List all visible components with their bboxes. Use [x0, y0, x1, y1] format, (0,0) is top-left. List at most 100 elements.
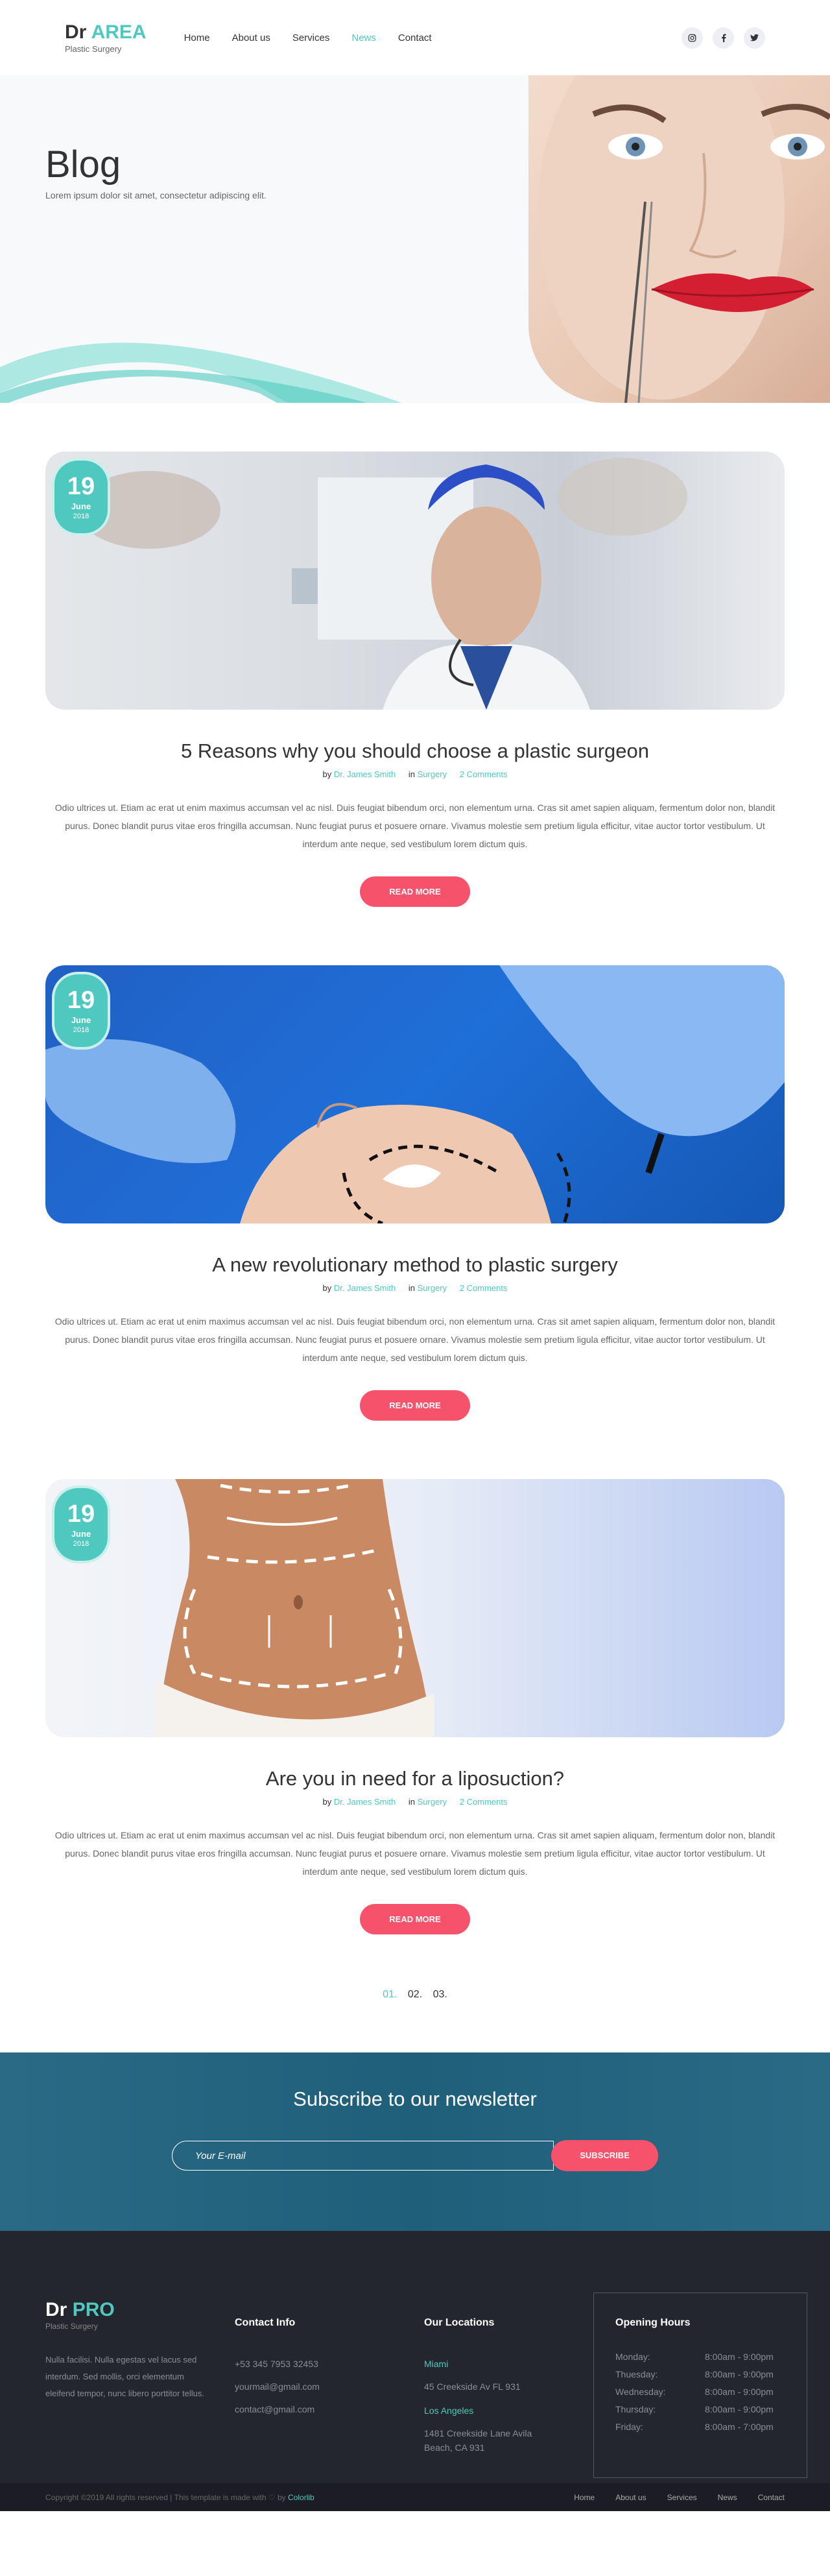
nav-services[interactable]: Services [292, 32, 330, 43]
date-month: June [71, 1528, 91, 1539]
logo-text: Dr AREA [65, 21, 147, 43]
post-meta: by Dr. James Smith in Surgery 2 Comments [45, 769, 785, 779]
date-badge: 19 June 2018 [52, 972, 110, 1050]
location-address-miami: 45 Creekside Av FL 931 [424, 2381, 521, 2392]
post-image-surgeon[interactable]: 19 June 2018 [45, 451, 785, 710]
post-category-link[interactable]: Surgery [418, 769, 447, 779]
hours-row: Monday: 8:00am - 9:00pm [615, 2352, 774, 2362]
newsletter-title: Subscribe to our newsletter [293, 2088, 537, 2110]
post-comments-link[interactable]: 2 Comments [460, 1283, 508, 1293]
post-excerpt: Odio ultrices ut. Etiam ac erat ut enim … [54, 802, 776, 849]
post-author-link[interactable]: Dr. James Smith [334, 1797, 396, 1807]
contact-email-2[interactable]: contact@gmail.com [235, 2404, 320, 2414]
footer-nav-news[interactable]: News [718, 2493, 737, 2502]
post-excerpt: Odio ultrices ut. Etiam ac erat ut enim … [54, 1830, 776, 1877]
site-logo[interactable]: Dr AREA Plastic Surgery [65, 21, 147, 54]
site-header: Dr AREA Plastic Surgery Home About us Se… [0, 0, 830, 75]
copyright-text: Copyright ©2019 All rights reserved | Th… [45, 2492, 314, 2502]
date-month: June [71, 1015, 91, 1025]
date-day: 19 [67, 986, 95, 1014]
email-field[interactable]: Your E-mail [172, 2141, 554, 2171]
hours-row: Thursday: 8:00am - 9:00pm [615, 2404, 774, 2414]
page-link-2[interactable]: 02. [408, 1989, 422, 2000]
blog-posts: 19 June 2018 5 Reasons why you should ch… [0, 403, 830, 2052]
newsletter-form: Your E-mail SUBSCRIBE [172, 2139, 658, 2172]
instagram-icon[interactable] [682, 27, 703, 49]
post-excerpt: Odio ultrices ut. Etiam ac erat ut enim … [54, 1316, 776, 1363]
post-category-link[interactable]: Surgery [418, 1283, 447, 1293]
post-image-face-marking[interactable]: 19 June 2018 [45, 965, 785, 1223]
hours-row: Thuesday: 8:00am - 9:00pm [615, 2369, 774, 2379]
hero-wave-decoration [0, 343, 402, 403]
locations-heading: Our Locations [424, 2317, 495, 2328]
meta-in: in [408, 1283, 415, 1293]
date-year: 2018 [73, 512, 89, 520]
footer-logo-text: Dr PRO [45, 2299, 115, 2320]
page-title: Blog [45, 143, 121, 186]
blog-post: 19 June 2018 A new revolutionary method … [45, 965, 785, 1421]
blog-post: 19 June 2018 Are you in need for a lipos… [45, 1479, 785, 1934]
hours-heading: Opening Hours [615, 2317, 691, 2328]
meta-in: in [408, 1797, 415, 1807]
post-author-link[interactable]: Dr. James Smith [334, 1283, 396, 1293]
post-title[interactable]: A new revolutionary method to plastic su… [45, 1253, 785, 1277]
hours-row: Friday: 8:00am - 7:00pm [615, 2422, 774, 2432]
post-comments-link[interactable]: 2 Comments [460, 1797, 508, 1807]
date-badge: 19 June 2018 [52, 458, 110, 536]
meta-in: in [408, 769, 415, 779]
site-footer: Dr PRO Plastic Surgery Nulla facilisi. N… [0, 2231, 830, 2511]
date-month: June [71, 501, 91, 511]
meta-by: by [322, 1797, 332, 1807]
nav-news[interactable]: News [351, 32, 376, 43]
newsletter-section: Subscribe to our newsletter Your E-mail … [0, 2052, 830, 2231]
post-category-link[interactable]: Surgery [418, 1797, 447, 1807]
contact-email-1[interactable]: yourmail@gmail.com [235, 2381, 320, 2392]
post-title[interactable]: Are you in need for a liposuction? [45, 1767, 785, 1790]
footer-about: Nulla facilisi. Nulla egestas vel lacus … [45, 2355, 204, 2398]
post-title[interactable]: 5 Reasons why you should choose a plasti… [45, 740, 785, 763]
date-year: 2018 [73, 1539, 89, 1548]
location-city-miami: Miami [424, 2359, 449, 2369]
footer-locations: Our Locations Miami 45 Creekside Av FL 9… [424, 2317, 554, 2455]
page-link-1[interactable]: 01. [383, 1989, 397, 2000]
footer-bottom-bar: Copyright ©2019 All rights reserved | Th… [0, 2483, 830, 2511]
footer-nav: Home About us Services News Contact [574, 2493, 785, 2502]
contact-phone[interactable]: +53 345 7953 32453 [235, 2359, 320, 2369]
logo-subtitle: Plastic Surgery [65, 43, 122, 54]
hero-banner: Blog Lorem ipsum dolor sit amet, consect… [0, 75, 830, 403]
page-link-3[interactable]: 03. [433, 1989, 447, 2000]
post-meta: by Dr. James Smith in Surgery 2 Comments [45, 1283, 785, 1293]
subscribe-button[interactable]: SUBSCRIBE [551, 2140, 658, 2171]
post-author-link[interactable]: Dr. James Smith [334, 769, 396, 779]
opening-hours-box: Opening Hours Monday: 8:00am - 9:00pm Thu… [593, 2293, 807, 2478]
footer-nav-contact[interactable]: Contact [758, 2493, 785, 2502]
meta-by: by [322, 1283, 332, 1293]
facebook-icon[interactable] [713, 27, 734, 49]
footer-contact: Contact Info +53 345 7953 32453 yourmail… [235, 2317, 320, 2414]
footer-logo-subtitle: Plastic Surgery [45, 2322, 98, 2331]
main-nav: Home About us Services News Contact [184, 32, 432, 43]
hours-row: Wednesday: 8:00am - 9:00pm [615, 2387, 774, 2397]
post-comments-link[interactable]: 2 Comments [460, 769, 508, 779]
post-image-liposuction[interactable]: 19 June 2018 [45, 1479, 785, 1737]
social-links [682, 27, 765, 49]
footer-nav-about-us[interactable]: About us [615, 2493, 646, 2502]
nav-contact[interactable]: Contact [398, 32, 432, 43]
date-year: 2018 [73, 1026, 89, 1034]
blog-post: 19 June 2018 5 Reasons why you should ch… [45, 451, 785, 907]
page-subtitle: Lorem ipsum dolor sit amet, consectetur … [45, 190, 267, 200]
read-more-button[interactable]: READ MORE [360, 1390, 470, 1421]
pagination: 01. 02. 03. [0, 1989, 830, 2052]
read-more-button[interactable]: READ MORE [360, 876, 470, 907]
footer-logo[interactable]: Dr PRO Plastic Surgery [45, 2299, 115, 2331]
contact-heading: Contact Info [235, 2317, 296, 2328]
date-badge: 19 June 2018 [52, 1486, 110, 1563]
read-more-button[interactable]: READ MORE [360, 1904, 470, 1934]
colorlib-link[interactable]: Colorlib [288, 2493, 314, 2502]
twitter-icon[interactable] [744, 27, 765, 49]
post-meta: by Dr. James Smith in Surgery 2 Comments [45, 1797, 785, 1807]
footer-nav-services[interactable]: Services [667, 2493, 697, 2502]
nav-home[interactable]: Home [184, 32, 210, 43]
footer-nav-home[interactable]: Home [574, 2493, 595, 2502]
nav-about-us[interactable]: About us [232, 32, 270, 43]
